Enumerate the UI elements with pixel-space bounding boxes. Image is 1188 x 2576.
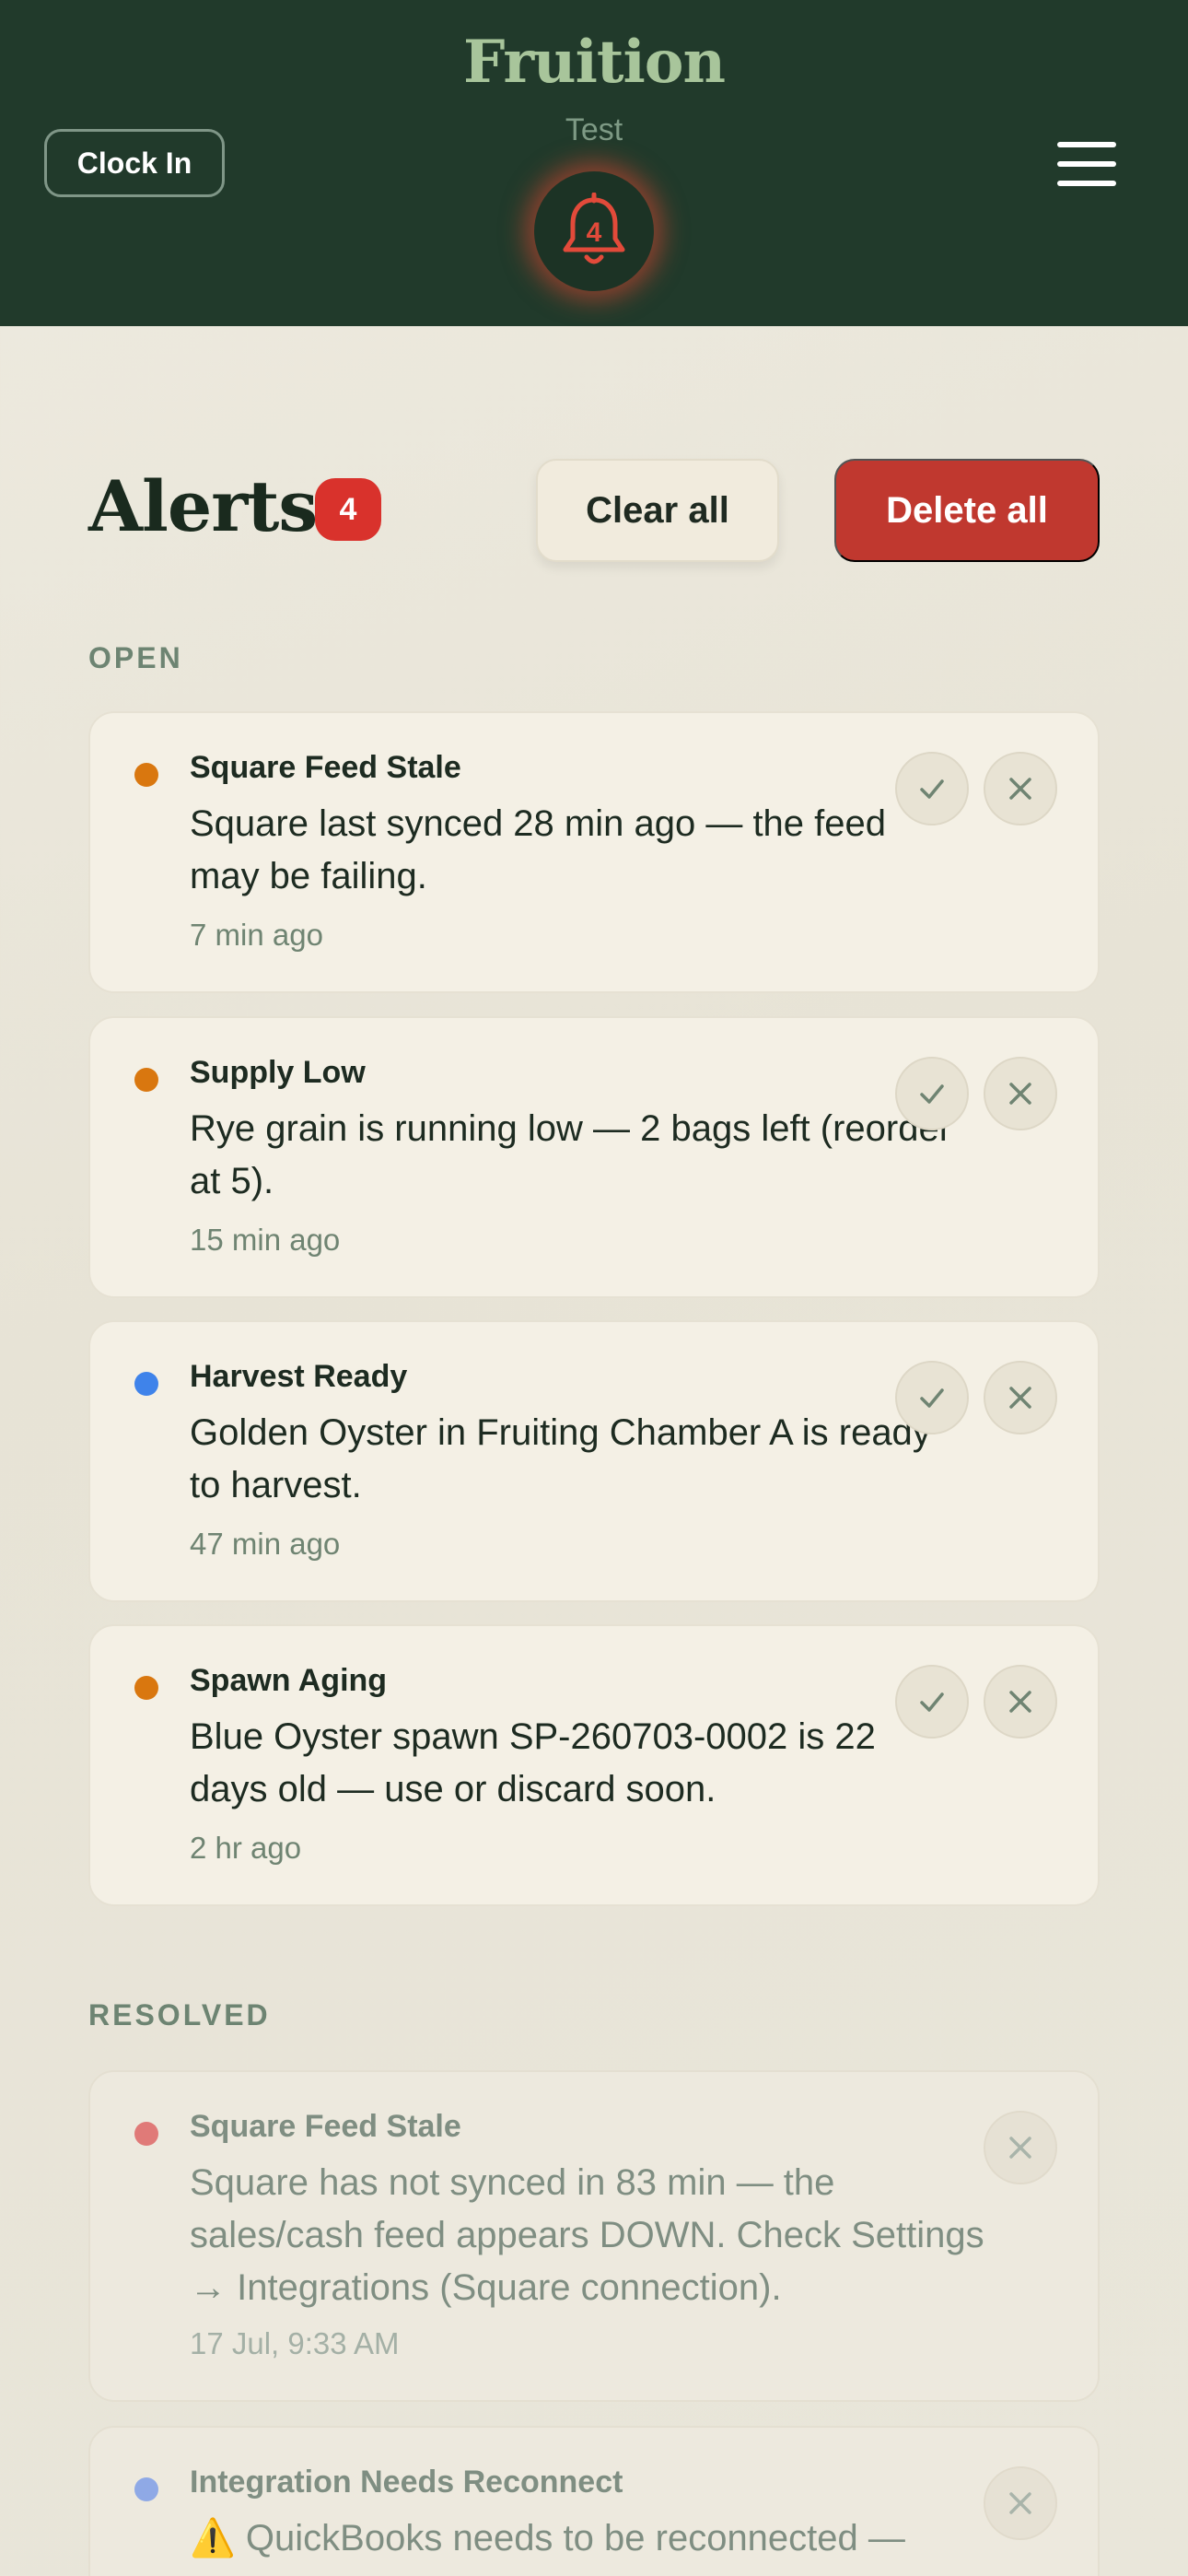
alert-card: Spawn Aging Blue Oyster spawn SP-260703-… [88,1624,1100,1906]
alert-count-badge: 4 [315,478,381,541]
resolved-section-label: RESOLVED [88,1998,271,2032]
bell-icon: 4 [563,193,625,264]
close-icon [1009,2492,1031,2514]
check-icon [920,1692,944,1712]
top-bar: Fruition Test Clock In 4 [0,0,1188,326]
alert-time: 17 Jul, 9:33 AM [190,2326,400,2360]
check-icon [920,779,944,799]
alert-message: Square has not synced in 83 min — the sa… [190,2162,984,2308]
check-icon [920,1388,944,1408]
dismiss-button[interactable] [984,1057,1057,1130]
resolved-alert-card: Square Feed Stale Square has not synced … [88,2070,1100,2402]
dismiss-button[interactable] [984,2111,1057,2184]
dismiss-button[interactable] [984,1665,1057,1739]
dismiss-button[interactable] [984,752,1057,825]
alert-time: 2 hr ago [190,1831,302,1865]
alert-message: Rye grain is running low — 2 bags left (… [190,1108,952,1201]
alert-message: Blue Oyster spawn SP-260703-0002 is 22 d… [190,1716,876,1809]
alert-time: 15 min ago [190,1223,341,1257]
close-icon [1009,1083,1031,1105]
alert-time: 47 min ago [190,1527,341,1561]
alert-card: Square Feed Stale Square last synced 28 … [88,711,1100,993]
close-icon [1009,1387,1031,1409]
alert-title: Square Feed Stale [190,750,461,785]
alert-card: Supply Low Rye grain is running low — 2 … [88,1016,1100,1298]
delete-all-button[interactable]: Delete all [834,459,1100,562]
close-icon [1009,1691,1031,1713]
alert-time: 7 min ago [190,918,323,952]
alert-message: Square last synced 28 min ago — the feed… [190,803,887,896]
open-section-label: OPEN [88,641,183,674]
severity-dot [134,2122,158,2146]
dismiss-button[interactable] [984,1361,1057,1434]
check-icon [920,1084,944,1104]
clock-in-button[interactable]: Clock In [44,129,225,197]
severity-dot [134,1068,158,1092]
clear-all-button[interactable]: Clear all [536,459,779,562]
hamburger-menu-icon[interactable] [1055,138,1118,190]
brand-logo[interactable]: Fruition [0,28,1188,97]
acknowledge-button[interactable] [895,1057,969,1130]
close-icon [1009,2137,1031,2159]
acknowledge-button[interactable] [895,1665,969,1739]
resolved-alert-card: Integration Needs Reconnect ⚠️ QuickBook… [88,2426,1100,2576]
severity-dot [134,1676,158,1700]
alert-title: Spawn Aging [190,1663,388,1698]
alert-title: Square Feed Stale [190,2109,461,2144]
alert-title: Harvest Ready [190,1359,408,1394]
alert-message: ⚠️ QuickBooks needs to be reconnected — [190,2518,905,2558]
severity-dot [134,1372,158,1396]
acknowledge-button[interactable] [895,1361,969,1434]
alert-title: Supply Low [190,1055,366,1090]
alert-title: Integration Needs Reconnect [190,2465,623,2500]
close-icon [1009,778,1031,800]
alert-card: Harvest Ready Golden Oyster in Fruiting … [88,1320,1100,1602]
acknowledge-button[interactable] [895,752,969,825]
page-title: Alerts [88,465,318,547]
bell-count: 4 [587,217,602,248]
alerts-bell-button[interactable]: 4 [534,171,654,291]
severity-dot [134,763,158,787]
dismiss-button[interactable] [984,2466,1057,2540]
alert-message: Golden Oyster in Fruiting Chamber A is r… [190,1412,931,1505]
severity-dot [134,2477,158,2501]
